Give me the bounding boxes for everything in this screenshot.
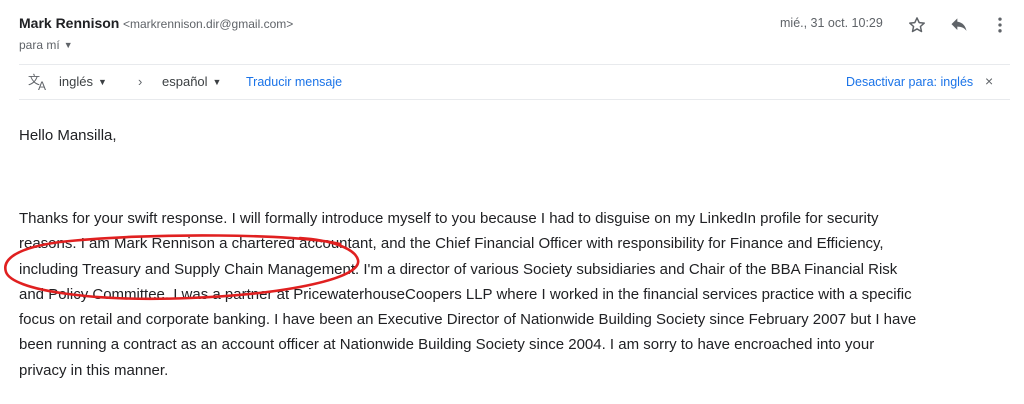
target-language-select[interactable]: español ▼: [162, 74, 221, 89]
sender-name[interactable]: Mark Rennison: [19, 15, 119, 31]
chevron-right-icon: ›: [138, 74, 143, 89]
disable-translation-link[interactable]: Desactivar para: inglés: [846, 75, 973, 89]
body-line: reasons. I am Mark Rennison a chartered …: [19, 235, 884, 253]
body-line: Thanks for your swift response. I will f…: [19, 210, 879, 227]
translate-message-link[interactable]: Traducir mensaje: [246, 75, 342, 89]
chevron-down-icon: ▼: [212, 77, 222, 87]
email-header: Mark Rennison <markrennison.dir@gmail.co…: [19, 11, 1024, 55]
source-language-label: inglés: [59, 74, 93, 89]
star-icon[interactable]: [905, 13, 929, 37]
body-line: been running a contract as an account of…: [19, 336, 875, 354]
source-language-select[interactable]: inglés ▼: [59, 74, 107, 89]
svg-text:A: A: [38, 79, 46, 92]
body-line: privacy in this manner.: [19, 361, 169, 379]
body-line: including Treasury and Supply Chain Mana…: [19, 260, 898, 278]
target-language-label: español: [162, 74, 208, 89]
more-vert-icon[interactable]: [988, 13, 1012, 37]
body-line: focus on retail and corporate banking. I…: [19, 311, 917, 329]
recipient-label: para mí: [19, 38, 60, 52]
recipient-details[interactable]: para mí ▼: [19, 38, 73, 52]
email-body: Thanks for your swift response. I will f…: [19, 206, 1019, 383]
close-icon[interactable]: ×: [985, 73, 993, 89]
translate-icon: 文 A: [27, 72, 51, 93]
sender-email: <markrennison.dir@gmail.com>: [123, 17, 294, 31]
body-line: and Policy Committee. I was a partner at…: [19, 285, 912, 303]
chevron-down-icon: ▼: [97, 77, 107, 87]
reply-icon[interactable]: [947, 13, 971, 37]
chevron-down-icon[interactable]: ▼: [64, 40, 73, 50]
translate-bar: 文 A inglés ▼ › español ▼ Traducir mensaje …: [19, 64, 1010, 100]
email-date: mié., 31 oct. 10:29: [780, 16, 883, 30]
email-greeting: Hello Mansilla,: [19, 127, 117, 144]
